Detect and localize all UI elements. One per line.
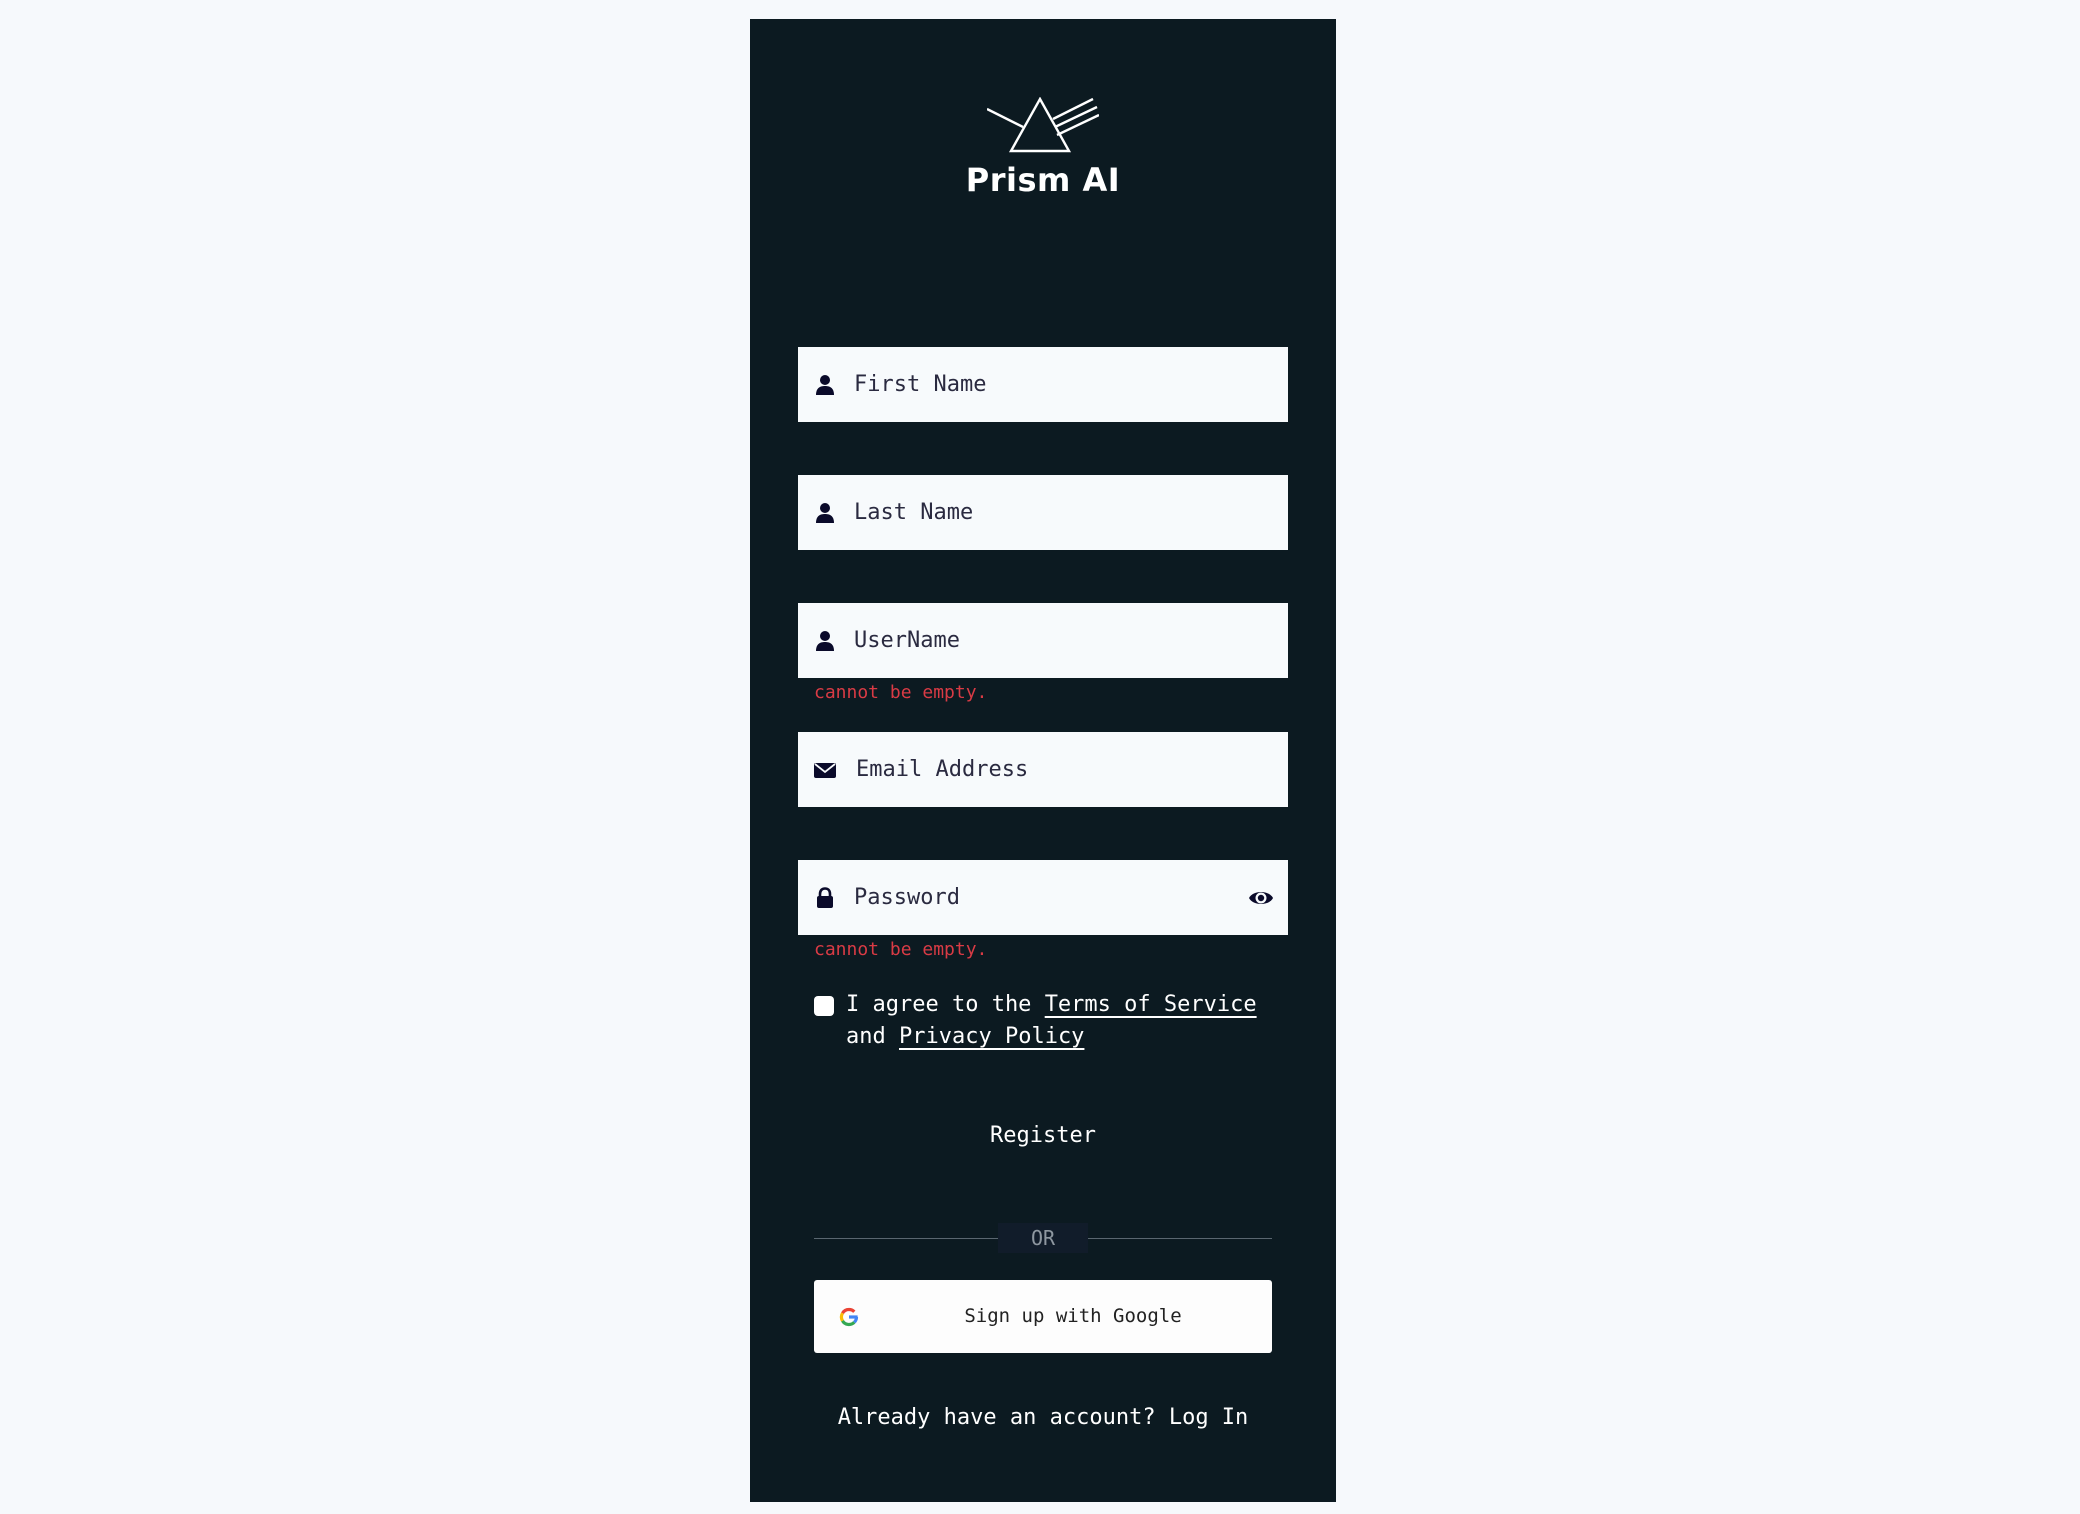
user-icon: [816, 503, 834, 523]
terms-text: I agree to the Terms of Service and Priv…: [846, 989, 1286, 1053]
google-icon: [839, 1307, 859, 1327]
username-input[interactable]: [854, 603, 1234, 678]
password-error: cannot be empty.: [814, 939, 988, 960]
google-signup-button[interactable]: Sign up with Google: [814, 1280, 1272, 1353]
envelope-icon: [814, 763, 836, 778]
agree-joiner: and: [846, 1024, 886, 1049]
register-panel: Prism AI cannot be empty.: [750, 19, 1336, 1502]
login-prompt-text: Already have an account?: [837, 1405, 1156, 1430]
prism-logo-icon: [987, 97, 1099, 153]
google-signup-label: Sign up with Google: [964, 1305, 1182, 1327]
email-field[interactable]: [798, 732, 1288, 807]
email-input[interactable]: [856, 732, 1236, 807]
brand-name: Prism AI: [965, 161, 1121, 199]
or-divider: OR: [814, 1223, 1272, 1253]
lock-icon: [817, 887, 833, 908]
divider-line-right: [1088, 1238, 1272, 1239]
logo: Prism AI: [750, 97, 1336, 199]
terms-checkbox[interactable]: [814, 996, 834, 1016]
register-button[interactable]: Register: [750, 1123, 1336, 1148]
or-label: OR: [998, 1223, 1088, 1253]
first-name-input[interactable]: [854, 347, 1234, 422]
login-link[interactable]: Log In: [1169, 1405, 1248, 1430]
show-password-eye-icon[interactable]: [1248, 886, 1274, 910]
username-error: cannot be empty.: [814, 682, 988, 703]
agree-prefix: I agree to the: [846, 992, 1032, 1017]
login-prompt: Already have an account? Log In: [750, 1405, 1336, 1430]
user-icon: [816, 375, 834, 395]
last-name-input[interactable]: [854, 475, 1234, 550]
privacy-policy-link[interactable]: Privacy Policy: [899, 1024, 1084, 1049]
divider-line-left: [814, 1238, 998, 1239]
username-field[interactable]: [798, 603, 1288, 678]
user-icon: [816, 631, 834, 651]
last-name-field[interactable]: [798, 475, 1288, 550]
first-name-field[interactable]: [798, 347, 1288, 422]
password-field[interactable]: [798, 860, 1288, 935]
terms-of-service-link[interactable]: Terms of Service: [1045, 992, 1257, 1017]
password-input[interactable]: [854, 860, 1234, 935]
